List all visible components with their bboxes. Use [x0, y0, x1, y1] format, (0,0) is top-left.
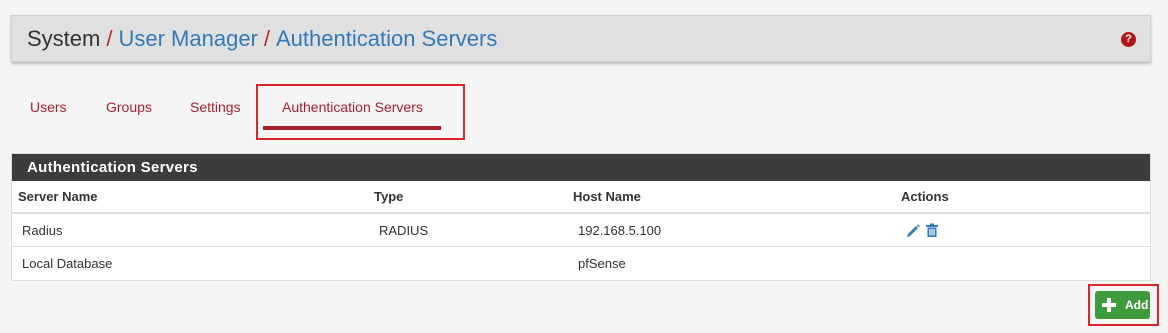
- breadcrumb-root: System: [27, 26, 101, 51]
- table-row: Radius RADIUS 192.168.5.100: [12, 212, 1150, 246]
- breadcrumb-user-manager[interactable]: User Manager: [118, 26, 257, 51]
- breadcrumb-authentication-servers[interactable]: Authentication Servers: [276, 26, 497, 51]
- tab-users[interactable]: Users: [30, 98, 67, 116]
- servers-table: Server Name Type Host Name Actions Radiu…: [12, 181, 1150, 280]
- type-cell: RADIUS: [379, 223, 429, 238]
- panel-title: Authentication Servers: [12, 154, 1150, 181]
- breadcrumb-separator: /: [263, 26, 270, 51]
- delete-trash-icon[interactable]: [925, 223, 939, 238]
- tab-groups[interactable]: Groups: [106, 98, 152, 116]
- highlight-box-tab: [256, 84, 465, 140]
- table-row: Local Database pfSense: [12, 246, 1150, 280]
- host-name-cell: 192.168.5.100: [578, 223, 662, 238]
- column-header-host-name: Host Name: [573, 189, 641, 204]
- authentication-servers-panel: Authentication Servers Server Name Type …: [11, 153, 1151, 281]
- edit-pencil-icon[interactable]: [906, 223, 920, 238]
- host-name-cell: pfSense: [578, 256, 626, 271]
- column-header-actions: Actions: [901, 189, 949, 204]
- server-name-cell: Local Database: [22, 256, 113, 271]
- column-header-server-name: Server Name: [18, 189, 98, 204]
- server-name-cell: Radius: [22, 223, 63, 238]
- column-header-type: Type: [374, 189, 404, 204]
- breadcrumb-separator: /: [106, 26, 113, 51]
- breadcrumb-bar: System / User Manager / Authentication Serve…: [11, 15, 1151, 62]
- question-circle-icon[interactable]: ?: [1121, 32, 1136, 47]
- tab-settings[interactable]: Settings: [190, 98, 241, 116]
- highlight-box-add: [1088, 284, 1159, 326]
- breadcrumb: System / User Manager / Authentication Serve…: [27, 26, 497, 52]
